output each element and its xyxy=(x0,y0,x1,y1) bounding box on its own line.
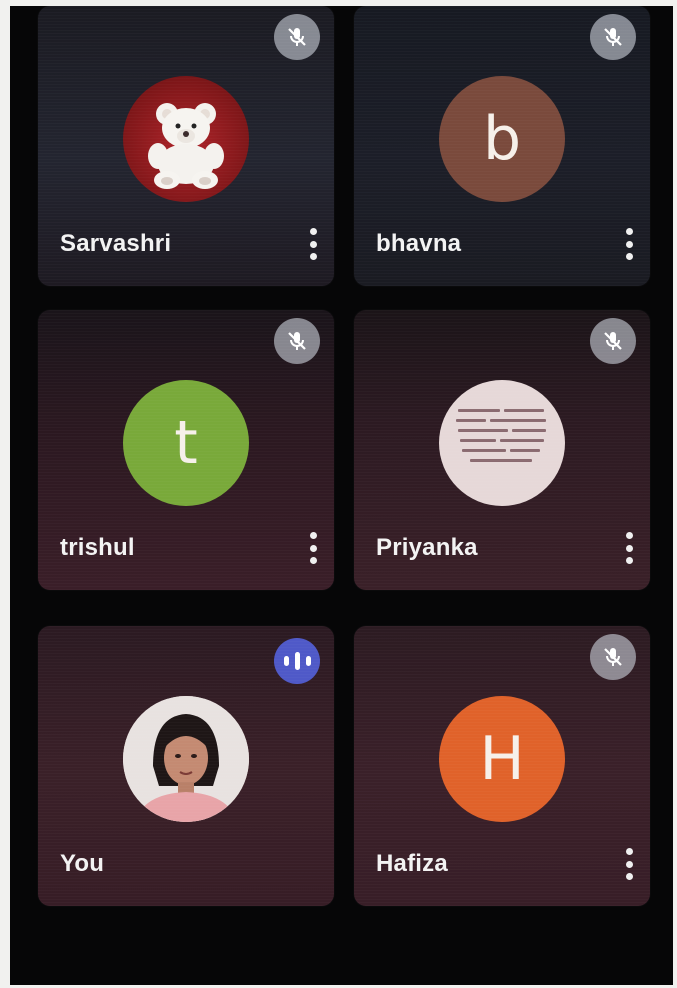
participant-name: You xyxy=(60,850,105,877)
avatar-initial: b xyxy=(482,104,522,174)
participant-tile-you[interactable]: You xyxy=(38,626,334,906)
participant-name: trishul xyxy=(60,534,135,561)
participant-tile-bhavna[interactable]: b bhavna xyxy=(354,6,650,286)
mic-off-icon xyxy=(590,318,636,364)
avatar-initial: t xyxy=(174,408,198,478)
participant-grid: Sarvashri b bhavna t trishul Priyanka Yo… xyxy=(0,0,677,988)
more-vertical-icon[interactable] xyxy=(306,228,320,260)
avatar: t xyxy=(123,380,249,506)
participant-name: Hafiza xyxy=(376,850,448,877)
participant-tile-hafiza[interactable]: H Hafiza xyxy=(354,626,650,906)
mic-off-icon xyxy=(274,14,320,60)
mic-off-icon xyxy=(274,318,320,364)
audio-level-icon xyxy=(274,638,320,684)
text-image xyxy=(456,409,546,462)
more-vertical-icon[interactable] xyxy=(622,848,636,880)
user-photo-image xyxy=(123,696,249,822)
participant-name: Sarvashri xyxy=(60,230,172,257)
mic-off-icon xyxy=(590,634,636,680)
participant-tile-priyanka[interactable]: Priyanka xyxy=(354,310,650,590)
more-vertical-icon[interactable] xyxy=(306,532,320,564)
avatar xyxy=(123,76,249,202)
avatar: H xyxy=(439,696,565,822)
mic-off-icon xyxy=(590,14,636,60)
participant-tile-trishul[interactable]: t trishul xyxy=(38,310,334,590)
avatar-initial: H xyxy=(479,724,525,794)
participant-tile-sarvashri[interactable]: Sarvashri xyxy=(38,6,334,286)
more-vertical-icon[interactable] xyxy=(622,228,636,260)
participant-name: Priyanka xyxy=(376,534,478,561)
avatar: b xyxy=(439,76,565,202)
avatar xyxy=(439,380,565,506)
teddy-bear-image xyxy=(148,103,224,189)
participant-name: bhavna xyxy=(376,230,462,257)
more-vertical-icon[interactable] xyxy=(622,532,636,564)
avatar xyxy=(123,696,249,822)
